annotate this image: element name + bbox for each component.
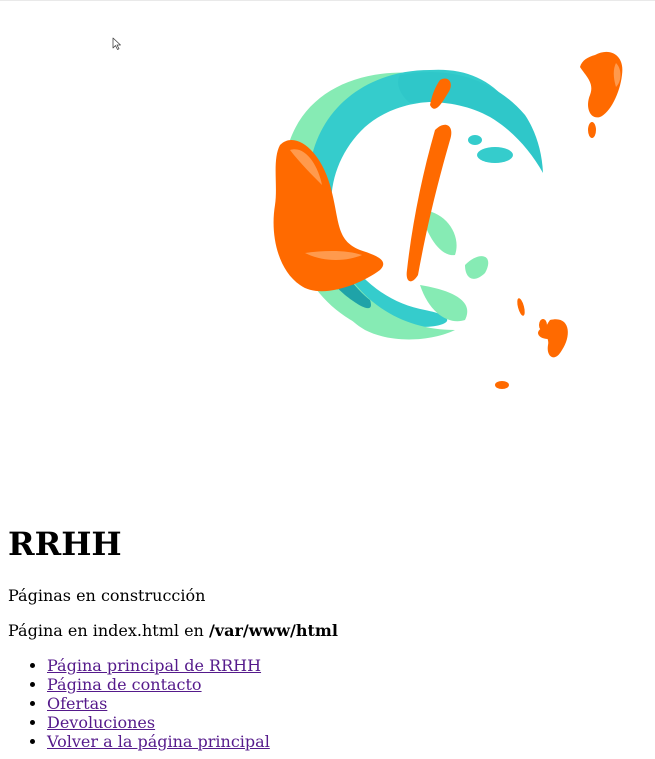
list-item: Página de contacto [47,675,648,694]
link-contact[interactable]: Página de contacto [47,675,202,694]
link-rrhh-home[interactable]: Página principal de RRHH [47,656,261,675]
list-item: Devoluciones [47,713,648,732]
link-offers[interactable]: Ofertas [47,694,107,713]
path-notice-text: Página en index.html en [8,621,204,640]
link-list: Página principal de RRHH Página de conta… [8,656,648,751]
list-item: Volver a la página principal [47,732,648,751]
link-returns[interactable]: Devoluciones [47,713,155,732]
mouse-pointer-icon [112,37,121,50]
list-item: Página principal de RRHH [47,656,648,675]
construction-notice: Páginas en construcción [8,586,206,605]
path-notice: Página en index.html en /var/www/html [8,621,648,641]
browser-top-edge [0,0,655,1]
paint-splash-logo [273,51,623,389]
link-back-home[interactable]: Volver a la página principal [47,732,270,751]
page-title: RRHH [8,525,122,563]
page-content: RRHH Páginas en construcción Página en i… [8,522,648,751]
path-notice-value: /var/www/html [208,621,338,640]
list-item: Ofertas [47,694,648,713]
